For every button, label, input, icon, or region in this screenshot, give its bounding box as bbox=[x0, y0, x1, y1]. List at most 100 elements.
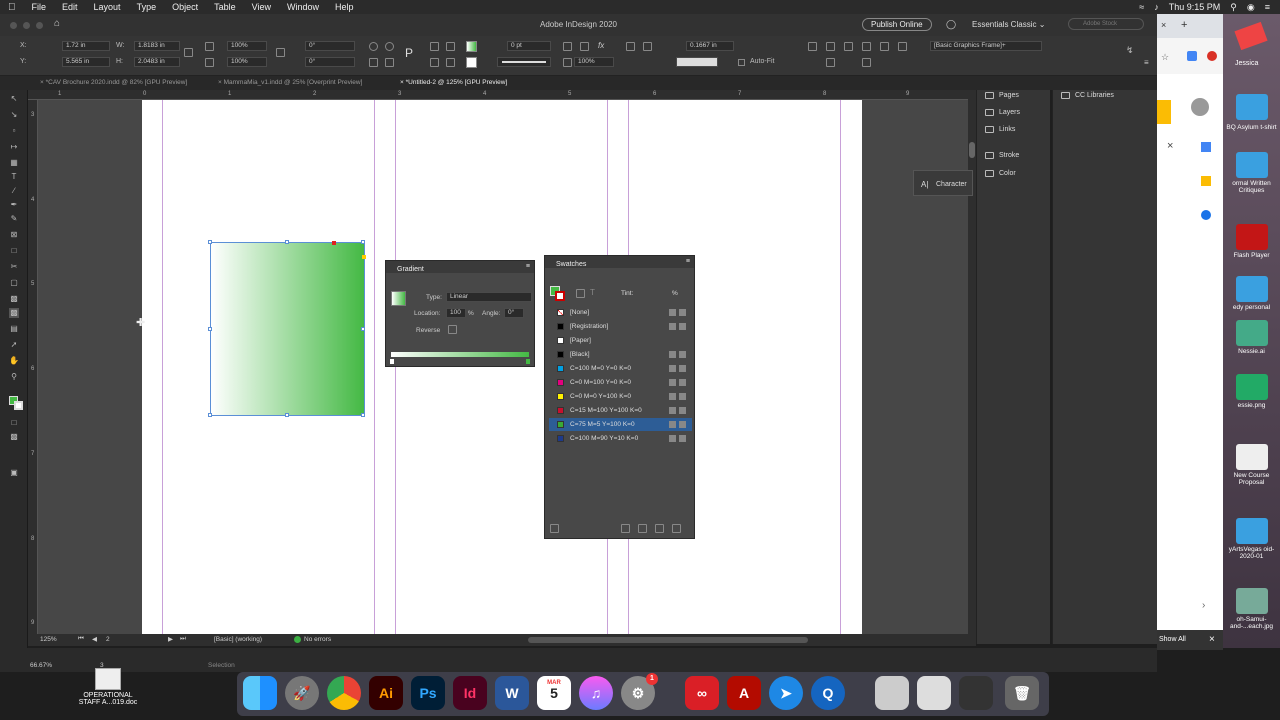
desktop-file-doc[interactable]: OPERATIONAL STAFF A...019.doc bbox=[72, 668, 144, 706]
location-field[interactable]: 100 bbox=[446, 308, 466, 318]
cc-libraries-tab[interactable]: CC Libraries bbox=[1061, 92, 1114, 99]
gap-tool-icon[interactable]: ↦ bbox=[9, 142, 19, 152]
handle-bm[interactable] bbox=[285, 413, 289, 417]
handle-ml[interactable] bbox=[208, 327, 212, 331]
illustrator-icon[interactable]: Ai bbox=[369, 676, 403, 710]
show-all-button[interactable]: Show All bbox=[1159, 636, 1186, 643]
link-scale-icon[interactable] bbox=[276, 48, 285, 57]
align-right-icon[interactable] bbox=[844, 42, 853, 51]
adobe-stock-search[interactable]: Adobe Stock bbox=[1068, 18, 1144, 30]
line-tool-icon[interactable]: ∕ bbox=[9, 186, 19, 196]
extension-icon[interactable] bbox=[1187, 51, 1197, 61]
new-tab-icon[interactable]: + bbox=[1181, 19, 1187, 31]
launchpad-icon[interactable]: 🚀 bbox=[285, 676, 319, 710]
swatch-black[interactable]: [Black] bbox=[549, 348, 692, 361]
notification-icon[interactable]: ≡ bbox=[1265, 2, 1270, 12]
zoom-level[interactable]: 125% bbox=[40, 636, 57, 643]
menu-object[interactable]: Object bbox=[164, 2, 206, 12]
finder-icon[interactable] bbox=[243, 676, 277, 710]
content-collector-icon[interactable]: ▦ bbox=[9, 158, 19, 168]
tab-untitled-2[interactable]: × *Untitled-2 @ 125% [GPU Preview] bbox=[400, 79, 507, 86]
opacity-field[interactable]: 100% bbox=[574, 57, 614, 67]
direct-selection-tool-icon[interactable]: ↘ bbox=[9, 110, 19, 120]
swatch-yellow[interactable]: C=0 M=0 Y=100 K=0 bbox=[549, 390, 692, 403]
formatting-container-icon[interactable]: □ bbox=[9, 418, 19, 428]
desktop-folder[interactable] bbox=[1225, 94, 1278, 122]
text-wrap-icon[interactable] bbox=[626, 42, 635, 51]
show-swatch-kinds-icon[interactable] bbox=[550, 524, 559, 533]
flip-h-icon[interactable] bbox=[369, 58, 378, 67]
menu-layout[interactable]: Layout bbox=[86, 2, 129, 12]
rotate-cw-icon[interactable] bbox=[369, 42, 378, 51]
tasks-icon[interactable] bbox=[1201, 210, 1211, 220]
align-center-icon[interactable] bbox=[826, 42, 835, 51]
calendar-icon[interactable]: MAR 5 bbox=[537, 676, 571, 710]
itunes-icon[interactable]: ♫ bbox=[579, 676, 613, 710]
rectangle-tool-icon[interactable]: □ bbox=[9, 246, 19, 256]
screens-icon[interactable] bbox=[959, 676, 993, 710]
offset-field[interactable]: 0.1667 in bbox=[686, 41, 734, 51]
acrobat-icon[interactable]: A bbox=[727, 676, 761, 710]
word-icon[interactable]: W bbox=[495, 676, 529, 710]
desktop-file[interactable]: essie.png bbox=[1225, 374, 1278, 409]
preflight-errors[interactable]: No errors bbox=[304, 636, 331, 643]
gradient-swatch-tool-icon[interactable]: ▩ bbox=[9, 294, 19, 304]
effects-icon[interactable] bbox=[580, 42, 589, 51]
angle-field[interactable]: 0° bbox=[504, 308, 524, 318]
share-button[interactable] bbox=[1157, 100, 1171, 124]
page-tool-icon[interactable]: ▫ bbox=[9, 126, 19, 136]
close-icon[interactable]: × bbox=[1161, 20, 1166, 30]
panel-menu-icon[interactable]: ≡ bbox=[1144, 58, 1149, 67]
photoshop-icon[interactable]: Ps bbox=[411, 676, 445, 710]
close-icon[interactable]: × bbox=[400, 79, 404, 86]
swatch-magenta[interactable]: C=0 M=100 Y=0 K=0 bbox=[549, 376, 692, 389]
pages-panel-tab[interactable]: Pages bbox=[985, 92, 1019, 99]
hand-tool-icon[interactable]: ✋ bbox=[9, 356, 19, 366]
x-field[interactable]: 1.72 in bbox=[62, 41, 110, 51]
first-page-icon[interactable]: ⏮ bbox=[78, 635, 84, 643]
scale-y-field[interactable]: 100% bbox=[227, 57, 267, 67]
distribute-2-icon[interactable] bbox=[862, 58, 871, 67]
close-icon[interactable]: × bbox=[1167, 140, 1173, 152]
eyedropper-tool-icon[interactable]: ➚ bbox=[9, 340, 19, 350]
next-page-icon[interactable]: ▶ bbox=[168, 635, 173, 643]
menu-help[interactable]: Help bbox=[327, 2, 362, 12]
distribute-icon[interactable] bbox=[826, 58, 835, 67]
menu-type[interactable]: Type bbox=[129, 2, 165, 12]
gradient-stop-start[interactable] bbox=[390, 359, 394, 364]
desktop-folder[interactable]: edy personal bbox=[1225, 276, 1278, 311]
user-folder-icon[interactable] bbox=[1234, 21, 1268, 51]
chevron-right-icon[interactable]: › bbox=[1202, 600, 1205, 611]
desktop-file[interactable]: Nessie.ai bbox=[1225, 320, 1278, 355]
align-top-icon[interactable] bbox=[862, 42, 871, 51]
swatch-paper[interactable]: [Paper] bbox=[549, 334, 692, 347]
stroke-panel-tab[interactable]: Stroke bbox=[985, 152, 1019, 159]
scroll-thumb[interactable] bbox=[969, 142, 975, 158]
type-tool-icon[interactable]: T bbox=[9, 172, 19, 182]
tab-mammamia[interactable]: × MammaMia_v1.indd @ 25% [Overprint Prev… bbox=[218, 79, 362, 86]
workspace-switcher[interactable]: Essentials Classic ⌄ bbox=[972, 20, 1045, 29]
gradient-ramp[interactable] bbox=[391, 352, 529, 357]
new-swatch-icon[interactable] bbox=[655, 524, 664, 533]
scissors-tool-icon[interactable]: ✂ bbox=[9, 262, 19, 272]
select-content-icon[interactable] bbox=[430, 58, 439, 67]
preview-icon[interactable] bbox=[875, 676, 909, 710]
width-field[interactable]: 1.8183 in bbox=[134, 41, 180, 51]
reverse-icon[interactable] bbox=[448, 325, 457, 334]
panel-menu-icon[interactable]: ≡ bbox=[686, 256, 690, 268]
indesign-icon[interactable]: Id bbox=[453, 676, 487, 710]
star-icon[interactable]: ☆ bbox=[1161, 52, 1169, 63]
free-transform-tool-icon[interactable]: ▢ bbox=[9, 278, 19, 288]
desktop-file[interactable]: oh-Samui-and-...each.jpg bbox=[1225, 588, 1278, 630]
clock[interactable]: Thu 9:15 PM bbox=[1169, 2, 1221, 12]
gradient-feather-tool-icon[interactable]: ▩ bbox=[9, 308, 19, 318]
select-previous-icon[interactable] bbox=[446, 42, 455, 51]
trash-icon[interactable]: 🗑 bbox=[1005, 676, 1039, 710]
align-bottom-icon[interactable] bbox=[898, 42, 907, 51]
swatch-cyan[interactable]: C=100 M=0 Y=0 K=0 bbox=[549, 362, 692, 375]
gradient-type-select[interactable]: Linear bbox=[446, 292, 532, 302]
formatting-text-icon[interactable]: T bbox=[590, 288, 595, 297]
object-style-dropdown[interactable]: [Basic Graphics Frame]+ bbox=[930, 41, 1042, 51]
close-icon[interactable]: × bbox=[1209, 634, 1215, 645]
note-tool-icon[interactable]: ▤ bbox=[9, 324, 19, 334]
